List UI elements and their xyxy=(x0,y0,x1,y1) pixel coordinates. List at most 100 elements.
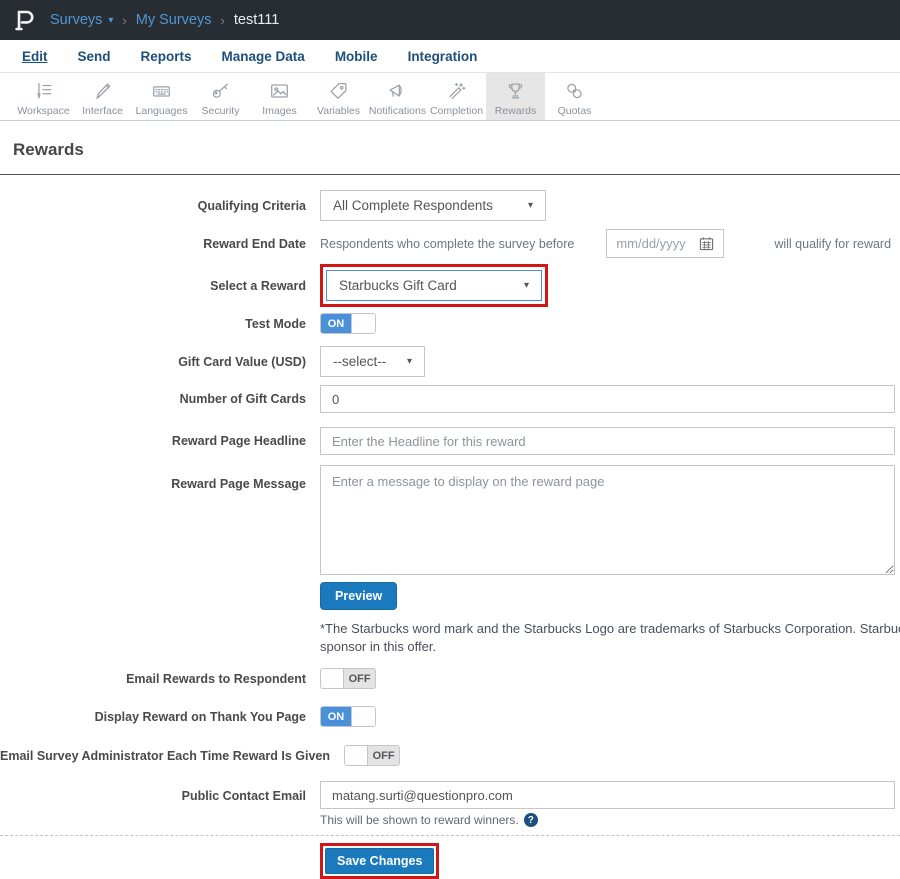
reward-end-date-label: Reward End Date xyxy=(0,237,320,251)
toolbar-item-languages[interactable]: Languages xyxy=(132,73,191,120)
email-rewards-row: Email Rewards to Respondent OFF xyxy=(0,668,900,689)
toolbar-label: Notifications xyxy=(369,105,426,117)
qualifying-criteria-row: Qualifying Criteria All Complete Respond… xyxy=(0,190,900,221)
toolbar-item-variables[interactable]: Variables xyxy=(309,73,368,120)
chevron-down-icon: ▾ xyxy=(528,200,533,211)
breadcrumb-surveys-link[interactable]: Surveys xyxy=(50,12,102,28)
toolbar-label: Languages xyxy=(136,105,188,117)
email-admin-row: Email Survey Administrator Each Time Rew… xyxy=(0,745,900,766)
public-contact-email-input[interactable] xyxy=(320,781,895,809)
display-reward-row: Display Reward on Thank You Page ON xyxy=(0,706,900,727)
trophy-icon xyxy=(503,80,528,102)
test-mode-toggle[interactable]: ON xyxy=(320,313,376,334)
toggle-knob xyxy=(345,746,368,765)
image-icon xyxy=(267,80,292,102)
disclaimer-row: *The Starbucks word mark and the Starbuc… xyxy=(0,620,900,655)
preview-button[interactable]: Preview xyxy=(320,582,397,610)
toggle-state-label: ON xyxy=(321,707,351,726)
toolbar-item-security[interactable]: Security xyxy=(191,73,250,120)
breadcrumb-separator: › xyxy=(221,13,225,28)
workspace-pen-icon xyxy=(31,80,56,102)
toolbar-label: Variables xyxy=(317,105,360,117)
qualifying-criteria-value: All Complete Respondents xyxy=(333,198,493,213)
email-rewards-toggle[interactable]: OFF xyxy=(320,668,376,689)
reward-page-message-row: Reward Page Message xyxy=(0,465,900,575)
breadcrumb-my-surveys-link[interactable]: My Surveys xyxy=(136,12,212,28)
tab-reports[interactable]: Reports xyxy=(141,49,192,64)
toolbar-item-rewards[interactable]: Rewards xyxy=(486,73,545,120)
toolbar-item-workspace[interactable]: Workspace xyxy=(14,73,73,120)
top-header-bar: Surveys ▾ › My Surveys › test111 xyxy=(0,0,900,40)
gift-card-value-select[interactable]: --select-- ▾ xyxy=(320,346,425,377)
email-admin-toggle[interactable]: OFF xyxy=(344,745,400,766)
reward-page-headline-label: Reward Page Headline xyxy=(0,434,320,448)
interface-pen-icon xyxy=(90,80,115,102)
public-contact-email-label: Public Contact Email xyxy=(0,781,320,803)
tab-edit[interactable]: Edit xyxy=(22,49,48,64)
section-dashed-divider xyxy=(0,835,900,836)
preview-row: Preview xyxy=(0,582,900,610)
chevron-down-icon: ▾ xyxy=(524,280,529,291)
public-contact-email-help: This will be shown to reward winners. ? xyxy=(320,813,895,827)
tab-mobile[interactable]: Mobile xyxy=(335,49,378,64)
number-of-gift-cards-row: Number of Gift Cards xyxy=(0,385,900,413)
chain-link-icon xyxy=(562,80,587,102)
toggle-knob xyxy=(351,707,375,726)
toolbar-item-images[interactable]: Images xyxy=(250,73,309,120)
save-changes-button[interactable]: Save Changes xyxy=(325,848,434,874)
toggle-state-label: OFF xyxy=(368,746,399,765)
toolbar-item-completion[interactable]: Completion xyxy=(427,73,486,120)
toolbar-item-quotas[interactable]: Quotas xyxy=(545,73,604,120)
toolbar-item-notifications[interactable]: Notifications xyxy=(368,73,427,120)
test-mode-label: Test Mode xyxy=(0,317,320,331)
rewards-form: Qualifying Criteria All Complete Respond… xyxy=(0,190,900,879)
reward-end-date-row: Reward End Date Respondents who complete… xyxy=(0,229,900,258)
help-text: This will be shown to reward winners. xyxy=(320,813,519,827)
gift-card-value-value: --select-- xyxy=(333,354,386,369)
gift-card-value-row: Gift Card Value (USD) --select-- ▾ xyxy=(0,346,900,377)
tab-manage-data[interactable]: Manage Data xyxy=(222,49,305,64)
toggle-knob xyxy=(321,669,344,688)
breadcrumb: Surveys ▾ › My Surveys › test111 xyxy=(50,12,279,28)
number-of-gift-cards-label: Number of Gift Cards xyxy=(0,392,320,406)
toggle-state-label: OFF xyxy=(344,669,375,688)
breadcrumb-survey-name: test111 xyxy=(234,12,279,28)
page-title: Rewards xyxy=(13,140,900,160)
tab-integration[interactable]: Integration xyxy=(408,49,478,64)
toolbar-label: Security xyxy=(202,105,240,117)
reward-page-headline-row: Reward Page Headline xyxy=(0,427,900,455)
display-reward-label: Display Reward on Thank You Page xyxy=(0,710,320,724)
toolbar-label: Rewards xyxy=(495,105,536,117)
toolbar-label: Workspace xyxy=(17,105,69,117)
toolbar-item-interface[interactable]: Interface xyxy=(73,73,132,120)
key-icon xyxy=(208,80,233,102)
date-placeholder: mm/dd/yyyy xyxy=(616,236,685,251)
select-reward-row: Select a Reward Starbucks Gift Card ▾ xyxy=(0,264,900,307)
edit-icon-toolbar: Workspace Interface Languages Security I… xyxy=(0,73,900,121)
reward-page-message-textarea[interactable] xyxy=(320,465,895,575)
keyboard-icon xyxy=(149,80,174,102)
toolbar-label: Interface xyxy=(82,105,123,117)
chevron-down-icon[interactable]: ▾ xyxy=(108,15,113,26)
email-rewards-label: Email Rewards to Respondent xyxy=(0,672,320,686)
number-of-gift-cards-input[interactable] xyxy=(320,385,895,413)
magic-wand-icon xyxy=(444,80,469,102)
toggle-knob xyxy=(351,314,375,333)
qualifying-criteria-select[interactable]: All Complete Respondents ▾ xyxy=(320,190,546,221)
breadcrumb-separator: › xyxy=(122,13,126,28)
display-reward-toggle[interactable]: ON xyxy=(320,706,376,727)
help-question-icon[interactable]: ? xyxy=(524,813,538,827)
questionpro-logo-icon[interactable] xyxy=(14,8,36,32)
annotation-highlight-box: Starbucks Gift Card ▾ xyxy=(320,264,548,307)
toolbar-label: Images xyxy=(262,105,296,117)
title-divider xyxy=(0,174,900,175)
calendar-icon[interactable] xyxy=(699,236,714,251)
select-reward-select[interactable]: Starbucks Gift Card ▾ xyxy=(326,270,542,301)
tab-send[interactable]: Send xyxy=(78,49,111,64)
starbucks-disclaimer-text: *The Starbucks word mark and the Starbuc… xyxy=(320,620,900,655)
select-reward-value: Starbucks Gift Card xyxy=(339,278,457,293)
reward-end-date-post-text: will qualify for reward xyxy=(774,237,891,251)
reward-end-date-input[interactable]: mm/dd/yyyy xyxy=(606,229,724,258)
chevron-down-icon: ▾ xyxy=(407,356,412,367)
reward-page-headline-input[interactable] xyxy=(320,427,895,455)
